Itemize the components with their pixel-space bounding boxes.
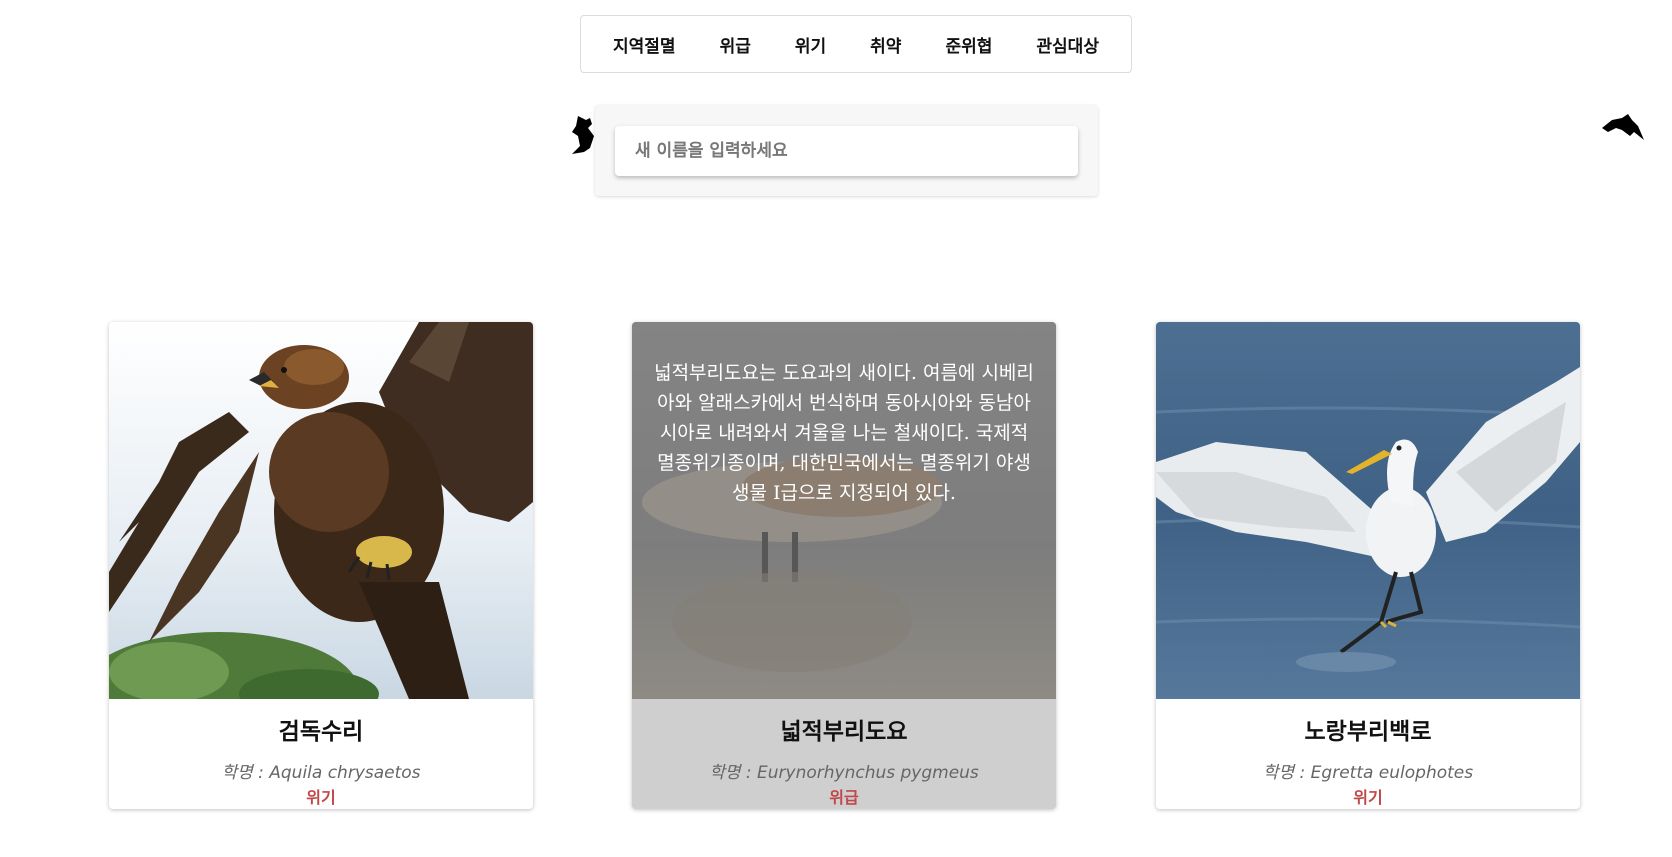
- golden-eagle-photo: [109, 322, 533, 699]
- tab-near-threatened[interactable]: 준위협: [937, 26, 1000, 63]
- name-search-input[interactable]: [615, 126, 1078, 176]
- status-badge: 위급: [829, 788, 859, 807]
- species-name: 넓적부리도요: [780, 719, 908, 745]
- tab-critically-endangered[interactable]: 위급: [712, 26, 759, 63]
- tab-endangered[interactable]: 위기: [787, 26, 834, 63]
- scientific-name: 학명 : Eurynorhynchus pygmeus: [709, 763, 979, 783]
- species-card[interactable]: 노랑부리백로 학명 : Egretta eulophotes 위기: [1156, 322, 1580, 809]
- species-card[interactable]: 넓적부리도요는 도요과의 새이다. 여름에 시베리아와 알래스카에서 번식하며 …: [632, 322, 1056, 809]
- species-name: 노랑부리백로: [1304, 719, 1432, 745]
- tab-least-concern[interactable]: 관심대상: [1028, 26, 1107, 63]
- status-badge: 위기: [1353, 788, 1383, 807]
- chinese-egret-photo: [1156, 322, 1580, 699]
- search-panel: [595, 105, 1098, 196]
- scientific-name: 학명 : Egretta eulophotes: [1262, 763, 1474, 783]
- scientific-name: 학명 : Aquila chrysaetos: [221, 763, 421, 783]
- category-tabs: 지역절멸 위급 위기 취약 준위협 관심대상: [580, 15, 1132, 73]
- species-name: 검독수리: [278, 719, 364, 745]
- spoon-billed-sandpiper-photo: 넓적부리도요는 도요과의 새이다. 여름에 시베리아와 알래스카에서 번식하며 …: [632, 322, 1056, 699]
- species-card[interactable]: 검독수리 학명 : Aquila chrysaetos 위기: [109, 322, 533, 809]
- bird-silhouette-icon: [1602, 114, 1644, 140]
- status-badge: 위기: [306, 788, 336, 807]
- tab-vulnerable[interactable]: 취약: [862, 26, 909, 63]
- species-description: 넓적부리도요는 도요과의 새이다. 여름에 시베리아와 알래스카에서 번식하며 …: [654, 362, 1034, 504]
- tab-regionally-extinct[interactable]: 지역절멸: [605, 26, 684, 63]
